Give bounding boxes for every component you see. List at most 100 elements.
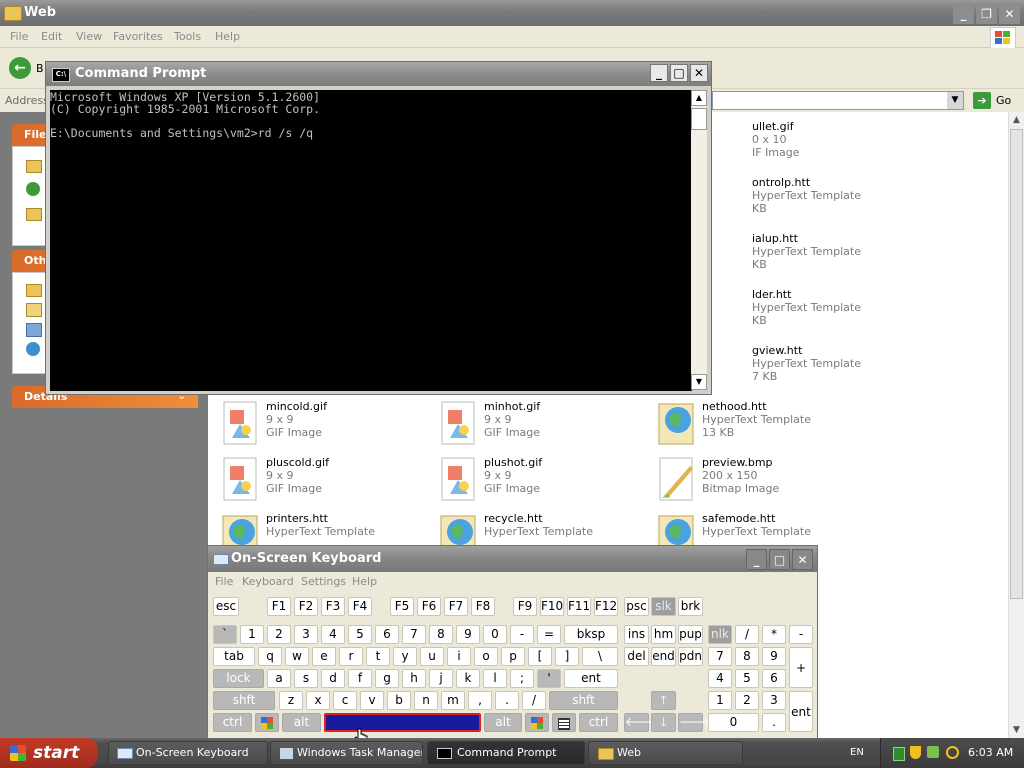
key-quote[interactable]: ' <box>537 669 561 688</box>
menu-file[interactable]: File <box>215 575 233 588</box>
key-f[interactable]: f <box>348 669 372 688</box>
key-f5[interactable]: F5 <box>390 597 414 616</box>
key-f3[interactable]: F3 <box>321 597 345 616</box>
back-button-label[interactable]: B <box>36 62 44 75</box>
documents-icon[interactable] <box>26 303 42 317</box>
scroll-up-icon[interactable]: ▲ <box>1009 112 1024 128</box>
key-menu[interactable] <box>552 713 576 732</box>
globe-icon[interactable] <box>26 182 40 196</box>
key-space[interactable] <box>324 713 481 732</box>
key-numpad-3[interactable]: 3 <box>762 691 786 710</box>
key-esc[interactable]: esc <box>213 597 239 616</box>
key-numpad-0[interactable]: 0 <box>708 713 759 732</box>
network-icon[interactable] <box>893 747 905 761</box>
address-input[interactable]: ▼ <box>712 91 964 110</box>
key-right-bracket[interactable]: ] <box>555 647 579 666</box>
key-numpad-slash[interactable]: / <box>735 625 759 644</box>
language-indicator[interactable]: EN <box>850 747 864 758</box>
key-z[interactable]: z <box>279 691 303 710</box>
go-arrow-icon[interactable]: ➔ <box>973 92 991 109</box>
key-q[interactable]: q <box>258 647 282 666</box>
minimize-button[interactable]: _ <box>746 549 767 570</box>
key-right-shift[interactable]: shft <box>549 691 618 710</box>
menu-favorites[interactable]: Favorites <box>113 30 163 43</box>
key-brk[interactable]: brk <box>678 597 703 616</box>
key-l[interactable]: l <box>483 669 507 688</box>
key-arrow-right[interactable]: 🡒 <box>678 713 711 732</box>
clock[interactable]: 6:03 AM <box>968 746 1013 759</box>
search-icon[interactable] <box>946 746 959 759</box>
key-right-windows[interactable] <box>525 713 549 732</box>
scroll-thumb[interactable] <box>691 108 707 130</box>
key-numpad-5[interactable]: 5 <box>735 669 759 688</box>
chevron-down-icon[interactable]: ▼ <box>947 92 963 109</box>
key-backspace[interactable]: bksp <box>564 625 618 644</box>
key-j[interactable]: j <box>429 669 453 688</box>
key-numpad-2[interactable]: 2 <box>735 691 759 710</box>
folder-icon[interactable] <box>26 160 42 173</box>
file-item[interactable]: gview.htt HyperText Template 7 KB <box>700 344 910 396</box>
key-numpad-8[interactable]: 8 <box>735 647 759 666</box>
file-item[interactable]: minhot.gif 9 x 9 GIF Image <box>432 400 642 452</box>
menu-tools[interactable]: Tools <box>174 30 201 43</box>
close-button[interactable]: ✕ <box>792 549 813 570</box>
key-4[interactable]: 4 <box>321 625 345 644</box>
key-psc[interactable]: psc <box>624 597 649 616</box>
key-enter[interactable]: ent <box>564 669 618 688</box>
minimize-button[interactable]: _ <box>650 64 668 82</box>
key-numpad-9[interactable]: 9 <box>762 647 786 666</box>
key-r[interactable]: r <box>339 647 363 666</box>
key-left-ctrl[interactable]: ctrl <box>213 713 252 732</box>
osk-title-bar[interactable]: On-Screen Keyboard _ □ ✕ <box>208 546 817 572</box>
go-button[interactable]: Go <box>996 94 1011 107</box>
key-comma[interactable]: , <box>468 691 492 710</box>
taskbar-item-command-prompt[interactable]: Command Prompt <box>427 741 585 765</box>
key-tab[interactable]: tab <box>213 647 255 666</box>
key-semicolon[interactable]: ; <box>510 669 534 688</box>
taskbar-item-web[interactable]: Web <box>588 741 743 765</box>
key-e[interactable]: e <box>312 647 336 666</box>
key-f2[interactable]: F2 <box>294 597 318 616</box>
key-t[interactable]: t <box>366 647 390 666</box>
file-item[interactable]: pluscold.gif 9 x 9 GIF Image <box>214 456 424 508</box>
close-button[interactable]: ✕ <box>690 64 708 82</box>
key-f10[interactable]: F10 <box>540 597 564 616</box>
file-item[interactable]: plushot.gif 9 x 9 GIF Image <box>432 456 642 508</box>
key-backslash[interactable]: \ <box>582 647 618 666</box>
key-v[interactable]: v <box>360 691 384 710</box>
key-2[interactable]: 2 <box>267 625 291 644</box>
file-item[interactable]: lder.htt HyperText Template KB <box>700 288 910 340</box>
key-9[interactable]: 9 <box>456 625 480 644</box>
key-end[interactable]: end <box>651 647 676 666</box>
key-f7[interactable]: F7 <box>444 597 468 616</box>
key-numpad-enter[interactable]: ent <box>789 691 813 732</box>
taskbar-item-osk[interactable]: On-Screen Keyboard <box>108 741 268 765</box>
key-pup[interactable]: pup <box>678 625 703 644</box>
cmd-title-bar[interactable]: C:\ Command Prompt _ □ ✕ <box>46 62 711 86</box>
menu-help[interactable]: Help <box>352 575 377 588</box>
start-button[interactable]: start <box>0 738 98 768</box>
explorer-title-bar[interactable]: Web _ ❐ ✕ <box>0 0 1024 26</box>
key-x[interactable]: x <box>306 691 330 710</box>
computer-icon[interactable] <box>26 323 42 337</box>
key-k[interactable]: k <box>456 669 480 688</box>
key-m[interactable]: m <box>441 691 465 710</box>
key-h[interactable]: h <box>402 669 426 688</box>
key-equals[interactable]: = <box>537 625 561 644</box>
key-f6[interactable]: F6 <box>417 597 441 616</box>
key-1[interactable]: 1 <box>240 625 264 644</box>
key-f12[interactable]: F12 <box>594 597 618 616</box>
file-item[interactable]: ialup.htt HyperText Template KB <box>700 232 910 284</box>
key-minus[interactable]: - <box>510 625 534 644</box>
key-ins[interactable]: ins <box>624 625 649 644</box>
key-8[interactable]: 8 <box>429 625 453 644</box>
key-caps-lock[interactable]: lock <box>213 669 264 688</box>
taskbar-item-task-manager[interactable]: Windows Task Manager <box>270 741 423 765</box>
key-period[interactable]: . <box>495 691 519 710</box>
key-c[interactable]: c <box>333 691 357 710</box>
explorer-vertical-scrollbar[interactable]: ▲ ▼ <box>1008 112 1024 738</box>
key-right-ctrl[interactable]: ctrl <box>579 713 618 732</box>
key-0[interactable]: 0 <box>483 625 507 644</box>
key-grave[interactable]: ` <box>213 625 237 644</box>
on-screen-keyboard-window[interactable]: On-Screen Keyboard _ □ ✕ File Keyboard S… <box>207 545 818 740</box>
